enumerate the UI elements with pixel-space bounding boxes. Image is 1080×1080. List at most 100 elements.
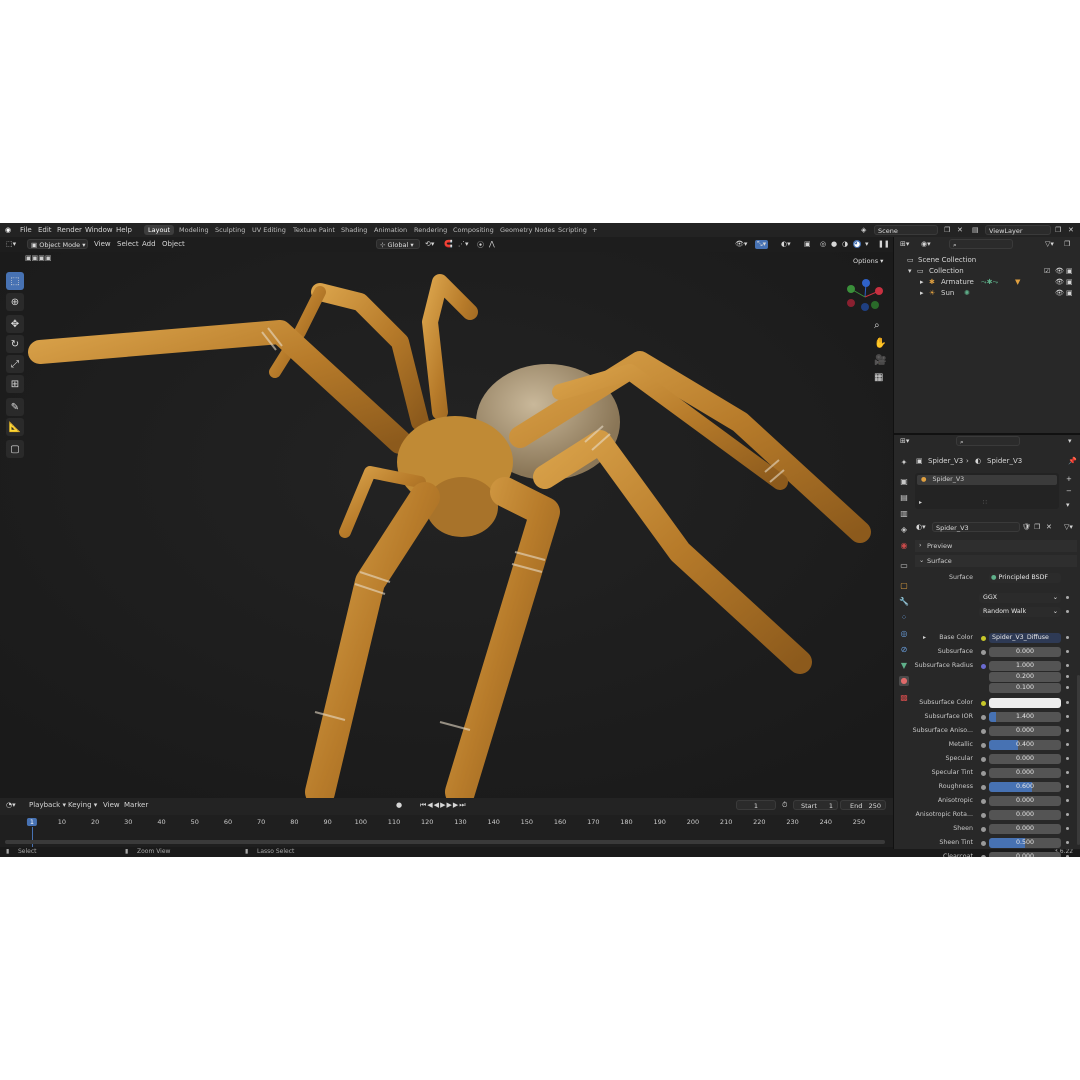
resize-handle-icon[interactable]: ∷ xyxy=(983,499,987,506)
socket-icon[interactable] xyxy=(981,650,986,655)
duplicate-layer-icon[interactable]: ❐ xyxy=(1055,226,1061,234)
property-value-field[interactable]: 0.000 xyxy=(989,824,1061,834)
material-shading-icon[interactable]: ◑ xyxy=(842,240,848,248)
falloff-icon[interactable]: ⋀ xyxy=(489,240,495,248)
tab-shading[interactable]: Shading xyxy=(341,226,367,234)
visibility-icon[interactable]: 👁▾ xyxy=(735,240,747,248)
output-tab-icon[interactable]: ▤ xyxy=(899,493,909,503)
property-value-field[interactable]: 1.000 xyxy=(989,661,1061,671)
tab-texture-paint[interactable]: Texture Paint xyxy=(293,226,335,234)
keyframe-dot-icon[interactable] xyxy=(1066,743,1069,746)
expand-icon[interactable]: ▸ xyxy=(923,634,926,641)
close-icon[interactable]: ✕ xyxy=(1068,226,1074,234)
property-value-field[interactable]: 0.400 xyxy=(989,740,1061,750)
fake-user-icon[interactable]: 🛡 xyxy=(1022,523,1031,531)
camera-render-icon[interactable]: ▣ xyxy=(1066,278,1073,286)
socket-icon[interactable] xyxy=(981,813,986,818)
options-icon[interactable]: ▾ xyxy=(1068,437,1072,445)
socket-icon[interactable] xyxy=(981,743,986,748)
measure-tool-button[interactable]: 📐 xyxy=(6,418,24,436)
surface-shader-field[interactable]: ● Principled BSDF xyxy=(989,573,1061,583)
pause-icon[interactable]: ❚❚ xyxy=(878,240,890,248)
annotate-tool-button[interactable]: ✎ xyxy=(6,398,24,416)
collection-tab-icon[interactable]: ▭ xyxy=(899,561,909,571)
view-layer-tab-icon[interactable]: ▥ xyxy=(899,509,909,519)
outliner-item-armature[interactable]: Armature xyxy=(941,278,974,286)
render-tab-icon[interactable]: ▣ xyxy=(899,477,909,487)
menu-select[interactable]: Select xyxy=(117,240,139,248)
scene-selector[interactable]: Scene xyxy=(874,225,938,235)
slot-menu-icon[interactable]: ▾ xyxy=(1066,501,1070,509)
scene-tab-icon[interactable]: ◈ xyxy=(899,525,909,535)
orientation-selector[interactable]: ⊹ Global ▾ xyxy=(376,239,420,249)
view-layer-selector[interactable]: ViewLayer xyxy=(985,225,1051,235)
tab-uv-editing[interactable]: UV Editing xyxy=(252,226,286,234)
outliner-editor-icon[interactable]: ⊞▾ xyxy=(900,240,909,248)
move-tool-button[interactable]: ✥ xyxy=(6,315,24,333)
menu-render[interactable]: Render xyxy=(57,226,82,234)
menu-window[interactable]: Window xyxy=(85,226,113,234)
options-button[interactable]: Options ▾ xyxy=(853,257,883,265)
breadcrumb-object[interactable]: Spider_V3 xyxy=(928,457,963,465)
camera-render-icon[interactable]: ▣ xyxy=(1066,267,1073,275)
keyframe-dot-icon[interactable] xyxy=(1066,799,1069,802)
outliner-collection[interactable]: Collection xyxy=(929,267,964,275)
tab-sculpting[interactable]: Sculpting xyxy=(215,226,245,234)
socket-icon[interactable] xyxy=(981,715,986,720)
blender-logo-icon[interactable]: ◉ xyxy=(5,226,11,234)
xray-icon[interactable]: ▣ xyxy=(804,240,811,248)
overlay-icon[interactable]: ◐▾ xyxy=(781,240,791,248)
browse-material-icon[interactable]: ◐▾ xyxy=(916,523,926,531)
tool-tab-icon[interactable]: ✦ xyxy=(899,458,909,468)
subsurface-method-select[interactable]: Random Walk ⌄ xyxy=(979,607,1061,617)
zoom-icon[interactable]: ⌕ xyxy=(874,320,880,331)
display-mode-icon[interactable]: ◉▾ xyxy=(921,240,931,248)
duplicate-material-icon[interactable]: ❐ xyxy=(1034,523,1040,531)
shading-options-icon[interactable]: ▾ xyxy=(865,240,869,248)
filter-icon[interactable]: ▽▾ xyxy=(1045,240,1054,248)
expand-icon[interactable]: ▾ xyxy=(908,267,912,275)
menu-object[interactable]: Object xyxy=(162,240,185,248)
expand-icon[interactable]: ▸ xyxy=(919,499,922,506)
keyframe-dot-icon[interactable] xyxy=(1066,813,1069,816)
property-value-field[interactable]: 0.000 xyxy=(989,796,1061,806)
keyframe-dot-icon[interactable] xyxy=(1066,827,1069,830)
add-slot-button[interactable]: + xyxy=(1066,475,1072,483)
pin-icon[interactable]: 📌 xyxy=(1068,457,1077,465)
tab-rendering[interactable]: Rendering xyxy=(414,226,447,234)
3d-viewport[interactable]: ⬚ ⊕ ✥ ↻ ⤢ ⊞ ✎ 📐 ▢ ⌕ ✋ 🎥 ▦ Options ▾ ▣▣▣▣ xyxy=(0,252,893,798)
socket-icon[interactable] xyxy=(981,799,986,804)
keyframe-dot-icon[interactable] xyxy=(1066,715,1069,718)
world-tab-icon[interactable]: ◉ xyxy=(899,541,909,551)
editor-type-icon[interactable]: ⬚▾ xyxy=(6,240,16,248)
camera-render-icon[interactable]: ▣ xyxy=(1066,289,1073,297)
gizmo-icon[interactable]: ⤡▾ xyxy=(755,240,769,249)
select-tool-button[interactable]: ⬚ xyxy=(6,272,24,290)
menu-edit[interactable]: Edit xyxy=(38,226,52,234)
tab-layout[interactable]: Layout xyxy=(144,225,175,235)
socket-icon[interactable] xyxy=(981,771,986,776)
keyframe-dot-icon[interactable] xyxy=(1066,596,1069,599)
property-value-field[interactable]: 0.100 xyxy=(989,683,1061,693)
socket-icon[interactable] xyxy=(981,636,986,641)
proportional-edit-icon[interactable]: ⦿ xyxy=(477,240,484,250)
property-value-field[interactable]: 0.000 xyxy=(989,852,1061,857)
scale-tool-button[interactable]: ⤢ xyxy=(6,355,24,373)
socket-icon[interactable] xyxy=(981,757,986,762)
expand-icon[interactable]: ▸ xyxy=(920,278,924,286)
grid-icon[interactable]: ▦ xyxy=(874,372,883,383)
tab-compositing[interactable]: Compositing xyxy=(453,226,494,234)
socket-icon[interactable] xyxy=(981,841,986,846)
camera-icon[interactable]: 🎥 xyxy=(874,355,886,366)
preview-panel-header[interactable]: › Preview xyxy=(915,540,1077,552)
snap-icon[interactable]: 🧲 xyxy=(444,240,453,248)
tab-geometry-nodes[interactable]: Geometry Nodes xyxy=(500,226,555,234)
keyframe-dot-icon[interactable] xyxy=(1066,785,1069,788)
new-collection-icon[interactable]: ❐ xyxy=(1064,240,1070,248)
pan-hand-icon[interactable]: ✋ xyxy=(874,338,886,349)
snap-target-icon[interactable]: ⋰▾ xyxy=(458,240,469,248)
rotate-tool-button[interactable]: ↻ xyxy=(6,335,24,353)
solid-shading-icon[interactable]: ● xyxy=(831,240,837,248)
keyframe-dot-icon[interactable] xyxy=(1066,610,1069,613)
keyframe-dot-icon[interactable] xyxy=(1066,757,1069,760)
